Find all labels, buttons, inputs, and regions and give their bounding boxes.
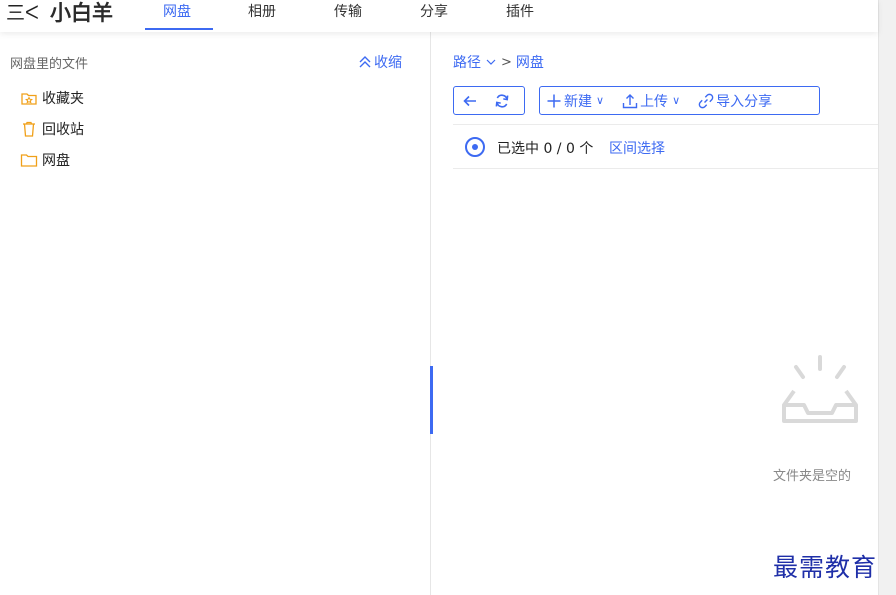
upload-label: 上传 — [640, 93, 669, 110]
tab-share[interactable]: 分享 — [420, 3, 448, 21]
selection-bar: 已选中 0 / 0 个 区间选择 — [453, 124, 878, 169]
watermark-text: 最需教育 — [773, 553, 878, 582]
import-share-label: 导入分享 — [716, 93, 773, 110]
chevron-down-icon[interactable] — [485, 56, 497, 68]
scrollbar[interactable] — [878, 0, 896, 595]
new-button[interactable]: 新建 ∨ — [540, 87, 610, 114]
panel-resize-handle[interactable] — [430, 366, 433, 434]
refresh-button[interactable] — [486, 87, 518, 114]
chevron-down-icon: ∨ — [596, 94, 605, 107]
tab-transfer[interactable]: 传输 — [334, 3, 362, 21]
back-button[interactable] — [454, 87, 486, 114]
upload-button[interactable]: 上传 ∨ — [610, 87, 686, 114]
select-all-radio[interactable] — [465, 137, 485, 157]
sidebar-item-label: 回收站 — [42, 122, 84, 138]
panel-title: 网盘里的文件 — [10, 57, 89, 72]
sidebar-item-trash[interactable]: 回收站 — [20, 119, 84, 139]
upload-icon — [622, 93, 638, 108]
sidebar-item-label: 收藏夹 — [42, 91, 84, 107]
selection-count: 已选中 0 / 0 个 — [497, 141, 594, 157]
breadcrumb-current[interactable]: 网盘 — [516, 52, 544, 72]
empty-folder-message: 文件夹是空的 — [773, 469, 852, 484]
folder-icon — [20, 154, 38, 167]
arrow-left-icon — [463, 95, 476, 106]
favorites-folder-icon — [21, 93, 37, 105]
new-label: 新建 — [564, 93, 592, 110]
top-bar: 三ᐸ 小白羊 网盘 相册 传输 分享 插件 — [0, 0, 878, 32]
tab-plugins[interactable]: 插件 — [506, 3, 534, 21]
menu-toggle-icon[interactable]: 三ᐸ — [6, 2, 39, 24]
sidebar-item-netdisk[interactable]: 网盘 — [20, 150, 70, 170]
tab-netdisk[interactable]: 网盘 — [163, 3, 191, 21]
breadcrumb-path[interactable]: 路径 — [453, 52, 481, 72]
sidebar-item-favorites[interactable]: 收藏夹 — [20, 88, 84, 108]
empty-inbox-icon — [782, 355, 858, 423]
range-select-link[interactable]: 区间选择 — [609, 138, 665, 158]
nav-toolbar — [453, 86, 525, 115]
tab-album[interactable]: 相册 — [248, 3, 276, 21]
active-tab-indicator — [145, 28, 213, 30]
collapse-label: 收缩 — [374, 55, 402, 71]
link-icon — [698, 93, 714, 108]
collapse-button[interactable]: 收缩 — [358, 52, 402, 72]
refresh-icon — [495, 93, 509, 108]
breadcrumb: 路径 > 网盘 — [453, 52, 544, 72]
import-share-button[interactable]: 导入分享 — [686, 87, 778, 114]
app-brand: 小白羊 — [50, 1, 113, 25]
file-action-toolbar: 新建 ∨ 上传 ∨ 导入分享 — [539, 86, 820, 115]
folder-tree-panel: 网盘里的文件 收缩 收藏夹 回收站 网盘 — [0, 32, 431, 595]
plus-icon — [547, 94, 561, 107]
chevron-up-double-icon — [359, 56, 371, 68]
chevron-down-icon: ∨ — [672, 94, 681, 107]
sidebar-item-label: 网盘 — [42, 153, 70, 169]
breadcrumb-separator: > — [501, 54, 512, 70]
trash-icon — [23, 121, 35, 137]
